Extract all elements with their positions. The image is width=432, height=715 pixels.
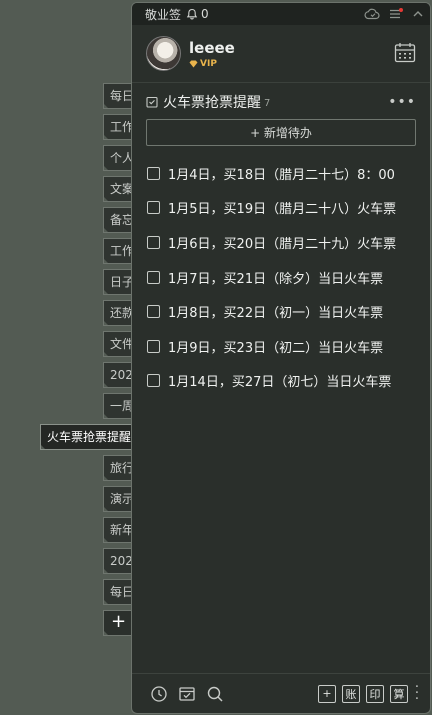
todo-checkbox[interactable]	[147, 166, 160, 180]
list-count: 7	[264, 98, 271, 109]
bottom-toolbar: + 账 印 算 · · ·	[132, 673, 430, 713]
bell-count: 0	[201, 7, 209, 21]
note-panel: 敬业签 0 leeee VIP 火车票抢票提醒 7 ••• + 新增待办 1月4…	[131, 2, 431, 714]
list-item: 1月6日，买20日（腊月二十九）火车票	[132, 225, 430, 260]
more-vertical-icon[interactable]: · · ·	[414, 681, 420, 706]
todo-list: 1月4日，买18日（腊月二十七）8：00 1月5日，买19日（腊月二十八）火车票…	[132, 156, 430, 398]
more-options-icon[interactable]: •••	[388, 94, 416, 110]
list-item: 1月5日，买19日（腊月二十八）火车票	[132, 191, 430, 226]
calendar-icon[interactable]	[394, 42, 416, 63]
inbox-check-icon[interactable]	[178, 685, 196, 703]
account-button[interactable]: 账	[342, 684, 360, 703]
todo-text[interactable]: 1月7日，买21日（除夕）当日火车票	[168, 268, 383, 287]
clock-icon[interactable]	[150, 685, 168, 703]
side-tab-column: 每日 工作 个人 文案 备忘 工作 日子 还款 文件 202 一周 火车票抢票提…	[0, 0, 140, 715]
list-item: 1月7日，买21日（除夕）当日火车票	[132, 260, 430, 295]
todo-text[interactable]: 1月4日，买18日（腊月二十七）8：00	[168, 164, 395, 183]
list-item: 1月9日，买23日（初二）当日火车票	[132, 329, 430, 364]
list-title: 火车票抢票提醒	[163, 95, 261, 111]
collapse-chevron-icon[interactable]	[412, 8, 424, 20]
search-icon[interactable]	[206, 685, 224, 703]
user-profile: leeee VIP	[132, 25, 430, 83]
todo-list-icon	[146, 96, 158, 108]
avatar[interactable]	[146, 36, 181, 71]
todo-checkbox[interactable]	[147, 235, 160, 249]
todo-text[interactable]: 1月14日，买27日（初七）当日火车票	[168, 371, 391, 390]
cloud-sync-icon[interactable]	[364, 8, 380, 20]
add-tab-button[interactable]: +	[103, 610, 133, 636]
bell-icon	[186, 8, 198, 20]
add-button[interactable]: +	[318, 684, 336, 703]
app-brand[interactable]: 敬业签	[145, 6, 181, 23]
todo-text[interactable]: 1月9日，买23日（初二）当日火车票	[168, 337, 383, 356]
calculator-button[interactable]: 算	[390, 684, 408, 703]
print-button[interactable]: 印	[366, 684, 384, 703]
todo-checkbox[interactable]	[147, 305, 160, 319]
menu-icon[interactable]	[388, 8, 404, 20]
todo-checkbox[interactable]	[147, 270, 160, 284]
todo-checkbox[interactable]	[147, 339, 160, 353]
add-todo-button[interactable]: + 新增待办	[146, 119, 416, 146]
todo-checkbox[interactable]	[147, 374, 160, 388]
vip-badge: VIP	[189, 59, 235, 69]
diamond-icon	[189, 60, 198, 67]
side-tab-active[interactable]: 火车票抢票提醒	[40, 424, 137, 450]
list-item: 1月4日，买18日（腊月二十七）8：00	[132, 156, 430, 191]
list-header: 火车票抢票提醒 7 •••	[132, 85, 430, 119]
username: leeee	[189, 38, 235, 57]
todo-text[interactable]: 1月8日，买22日（初一）当日火车票	[168, 302, 383, 321]
top-bar: 敬业签 0	[132, 3, 430, 25]
list-item: 1月8日，买22日（初一）当日火车票	[132, 294, 430, 329]
notification-bell[interactable]: 0	[186, 7, 209, 21]
todo-checkbox[interactable]	[147, 201, 160, 215]
todo-text[interactable]: 1月5日，买19日（腊月二十八）火车票	[168, 198, 396, 217]
todo-text[interactable]: 1月6日，买20日（腊月二十九）火车票	[168, 233, 396, 252]
list-item: 1月14日，买27日（初七）当日火车票	[132, 364, 430, 399]
